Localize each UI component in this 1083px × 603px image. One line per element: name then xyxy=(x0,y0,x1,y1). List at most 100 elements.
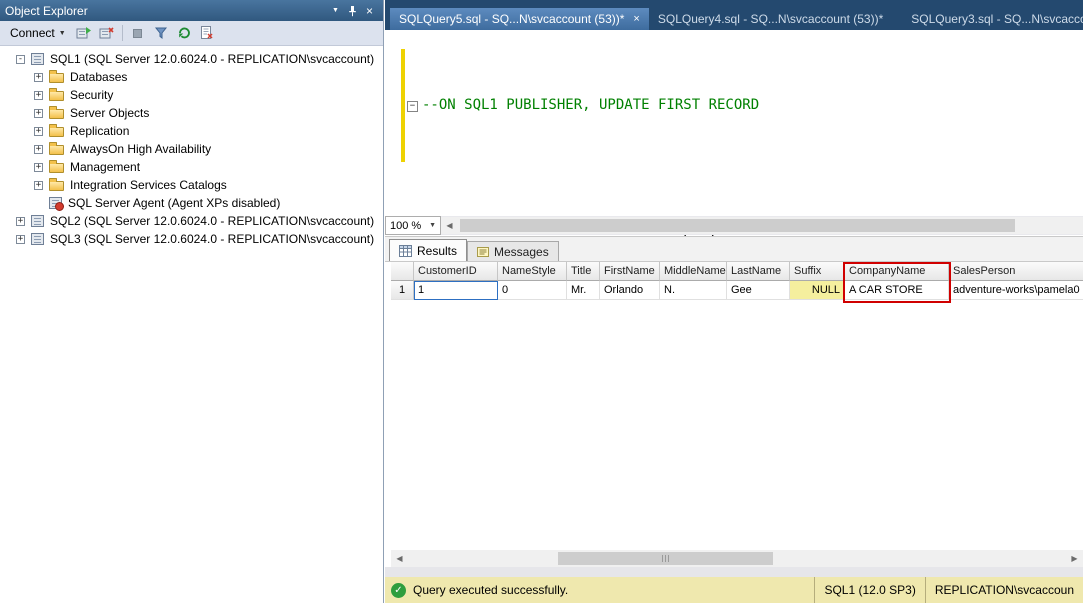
column-header-lastname[interactable]: LastName xyxy=(727,262,790,281)
zoom-dropdown[interactable]: 100 % ▼ xyxy=(385,216,441,235)
expander-icon[interactable]: + xyxy=(34,181,43,190)
tree-item-integration-services[interactable]: + Integration Services Catalogs xyxy=(0,176,383,194)
object-explorer-toolbar: Connect ▼ xyxy=(0,21,383,46)
column-header-namestyle[interactable]: NameStyle xyxy=(498,262,567,281)
tab-label: SQLQuery3.sql - SQ...N\svcaccount ( xyxy=(911,12,1083,26)
tab-label: SQLQuery5.sql - SQ...N\svcaccount (53))* xyxy=(399,12,624,26)
tab-sqlquery3[interactable]: SQLQuery3.sql - SQ...N\svcaccount ( xyxy=(902,8,1083,30)
window-position-icon[interactable]: ▼ xyxy=(327,3,344,19)
grid-corner-cell[interactable] xyxy=(391,262,414,281)
cell-customerid[interactable]: 1 xyxy=(414,281,498,300)
folder-icon xyxy=(49,109,64,119)
pin-icon[interactable] xyxy=(344,3,361,19)
status-server-info: SQL1 (12.0 SP3) xyxy=(814,577,924,603)
expander-icon[interactable]: + xyxy=(34,163,43,172)
tab-label: Results xyxy=(417,244,457,258)
change-tracking-bar xyxy=(401,49,405,162)
scrollbar-thumb[interactable] xyxy=(460,219,1015,232)
stop-icon[interactable] xyxy=(128,23,148,43)
results-tab-strip: Results Messages xyxy=(385,237,1083,262)
chevron-down-icon: ▼ xyxy=(59,30,66,37)
scrollbar-thumb[interactable] xyxy=(558,552,773,565)
expander-icon[interactable]: + xyxy=(16,235,25,244)
scroll-right-arrow[interactable]: ▶ xyxy=(1066,550,1083,567)
folder-icon xyxy=(49,127,64,137)
tree-item-label: Security xyxy=(70,88,113,102)
close-icon[interactable]: × xyxy=(633,14,639,25)
tab-sqlquery4[interactable]: SQLQuery4.sql - SQ...N\svcaccount (53))* xyxy=(649,8,892,30)
expander-icon[interactable]: + xyxy=(34,145,43,154)
code-line: --ON SQL1 PUBLISHER, UPDATE FIRST RECORD xyxy=(422,95,1029,116)
tree-item-label: Databases xyxy=(70,70,127,84)
pane-splitter[interactable] xyxy=(385,567,1083,577)
tree-item-label: AlwaysOn High Availability xyxy=(70,142,211,156)
grid-header-row: CustomerID NameStyle Title FirstName Mid… xyxy=(391,262,1083,281)
column-header-middlename[interactable]: MiddleName xyxy=(660,262,727,281)
tree-item-label: Management xyxy=(70,160,140,174)
expander-icon[interactable]: + xyxy=(34,73,43,82)
tab-messages[interactable]: Messages xyxy=(467,241,559,261)
expander-icon[interactable]: + xyxy=(16,217,25,226)
editor-bottom-bar: 100 % ▼ ◀ xyxy=(385,216,1083,235)
row-header-cell[interactable]: 1 xyxy=(391,281,414,300)
connect-server-icon[interactable] xyxy=(74,23,94,43)
tree-item-alwayson[interactable]: + AlwaysOn High Availability xyxy=(0,140,383,158)
column-header-customerid[interactable]: CustomerID xyxy=(414,262,498,281)
status-message: Query executed successfully. xyxy=(413,583,568,597)
tree-item-server-objects[interactable]: + Server Objects xyxy=(0,104,383,122)
tree-item-sql-agent[interactable]: SQL Server Agent (Agent XPs disabled) xyxy=(0,194,383,212)
tree-item-replication[interactable]: + Replication xyxy=(0,122,383,140)
expander-icon[interactable]: - xyxy=(16,55,25,64)
column-header-companyname[interactable]: CompanyName xyxy=(845,262,949,281)
filter-icon[interactable] xyxy=(151,23,171,43)
column-header-suffix[interactable]: Suffix xyxy=(790,262,845,281)
cell-firstname[interactable]: Orlando xyxy=(600,281,660,300)
tree-item-security[interactable]: + Security xyxy=(0,86,383,104)
query-window: SQLQuery5.sql - SQ...N\svcaccount (53))*… xyxy=(385,0,1083,603)
server-icon xyxy=(31,233,44,245)
tab-results[interactable]: Results xyxy=(389,239,467,261)
cell-suffix-null[interactable]: NULL xyxy=(790,281,845,300)
code-editor[interactable]: − --ON SQL1 PUBLISHER, UPDATE FIRST RECO… xyxy=(385,30,1083,216)
column-header-salesperson[interactable]: SalesPerson xyxy=(949,262,1083,281)
cell-companyname[interactable]: A CAR STORE xyxy=(845,281,949,300)
success-check-icon: ✓ xyxy=(391,583,406,598)
results-grid: CustomerID NameStyle Title FirstName Mid… xyxy=(391,262,1083,550)
tree-item-management[interactable]: + Management xyxy=(0,158,383,176)
tab-sqlquery5[interactable]: SQLQuery5.sql - SQ...N\svcaccount (53))*… xyxy=(390,8,649,30)
column-header-firstname[interactable]: FirstName xyxy=(600,262,660,281)
scrollbar-track[interactable] xyxy=(408,550,1066,567)
tree-item-label: SQL2 (SQL Server 12.0.6024.0 - REPLICATI… xyxy=(50,214,374,228)
refresh-icon[interactable] xyxy=(174,23,194,43)
script-icon[interactable] xyxy=(197,23,217,43)
expander-icon[interactable]: + xyxy=(34,109,43,118)
folder-icon xyxy=(49,145,64,155)
tree-item-label: Integration Services Catalogs xyxy=(70,178,227,192)
cell-salesperson[interactable]: adventure-works\pamela0 xyxy=(949,281,1083,300)
object-explorer-tree: - SQL1 (SQL Server 12.0.6024.0 - REPLICA… xyxy=(0,46,383,248)
table-row: 1 1 0 Mr. Orlando N. Gee NULL A CAR STOR… xyxy=(391,281,1083,300)
cell-middlename[interactable]: N. xyxy=(660,281,727,300)
tree-item-databases[interactable]: + Databases xyxy=(0,68,383,86)
tree-item-label: Replication xyxy=(70,124,129,138)
tree-item-sql3[interactable]: + SQL3 (SQL Server 12.0.6024.0 - REPLICA… xyxy=(0,230,383,248)
tree-item-sql1[interactable]: - SQL1 (SQL Server 12.0.6024.0 - REPLICA… xyxy=(0,50,383,68)
outline-collapse-icon[interactable]: − xyxy=(407,101,418,112)
scroll-left-arrow[interactable]: ◀ xyxy=(441,217,458,234)
editor-hscrollbar[interactable] xyxy=(458,217,1083,234)
expander-icon[interactable]: + xyxy=(34,127,43,136)
server-icon xyxy=(31,53,44,65)
tree-item-sql2[interactable]: + SQL2 (SQL Server 12.0.6024.0 - REPLICA… xyxy=(0,212,383,230)
disconnect-server-icon[interactable] xyxy=(97,23,117,43)
connect-button[interactable]: Connect ▼ xyxy=(5,24,71,42)
close-icon[interactable]: × xyxy=(361,3,378,19)
expander-icon[interactable]: + xyxy=(34,91,43,100)
scroll-left-arrow[interactable]: ◀ xyxy=(391,550,408,567)
cell-lastname[interactable]: Gee xyxy=(727,281,790,300)
cell-title[interactable]: Mr. xyxy=(567,281,600,300)
tree-item-label: SQL3 (SQL Server 12.0.6024.0 - REPLICATI… xyxy=(50,232,374,246)
cell-namestyle[interactable]: 0 xyxy=(498,281,567,300)
messages-icon xyxy=(477,246,489,258)
results-grid-icon xyxy=(399,245,412,257)
column-header-title[interactable]: Title xyxy=(567,262,600,281)
